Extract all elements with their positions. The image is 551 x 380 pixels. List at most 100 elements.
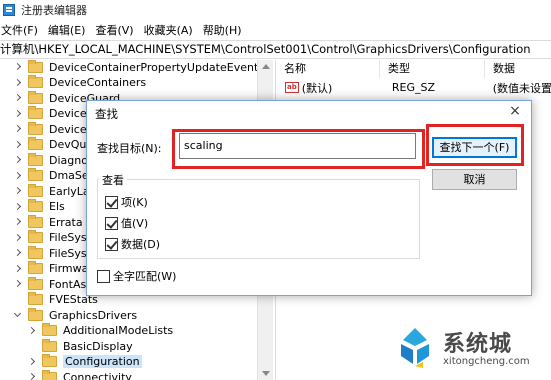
- folder-icon: [28, 106, 43, 119]
- look-at-group-title: 查看: [99, 172, 127, 188]
- folder-icon: [28, 60, 43, 73]
- highlight-box-button: [426, 124, 524, 166]
- tree-item[interactable]: Errata: [14, 214, 83, 230]
- tree-item[interactable]: BasicDisplay: [28, 338, 133, 354]
- folder-icon: [28, 199, 43, 212]
- column-data[interactable]: 数据: [485, 60, 551, 78]
- watermark-site: xitongcheng.com: [443, 356, 530, 367]
- folder-icon: [42, 354, 57, 367]
- tree-item-label: Els: [49, 200, 65, 213]
- folder-icon: [28, 152, 43, 166]
- folder-icon: [28, 214, 43, 228]
- chevron-right-icon[interactable]: [14, 79, 22, 87]
- folder-icon: [42, 369, 57, 380]
- tree-item[interactable]: GraphicsDrivers: [14, 307, 137, 323]
- folder-icon: [42, 338, 57, 352]
- folder-icon: [28, 121, 43, 135]
- folder-icon: [28, 75, 43, 88]
- checkbox-data[interactable]: [105, 237, 118, 251]
- value-data: (数值未设置: [492, 81, 551, 95]
- menu-view[interactable]: 查看(V): [94, 22, 137, 38]
- watermark-logo-icon: [401, 328, 429, 368]
- option-keys[interactable]: 项(K): [105, 194, 148, 210]
- cancel-button[interactable]: 取消: [432, 169, 517, 190]
- folder-icon: [28, 307, 43, 321]
- find-dialog: 查找 × 查找目标(N): scaling 查找下一个(F) 取消 查看 项(K…: [86, 100, 532, 296]
- folder-icon: [28, 168, 43, 181]
- tree-item-label: Errata: [49, 215, 83, 229]
- chevron-right-icon[interactable]: [14, 125, 22, 133]
- column-name[interactable]: 名称: [276, 60, 380, 78]
- list-item[interactable]: ab (默认) REG_SZ (数值未设置: [276, 79, 551, 96]
- tree-item[interactable]: DeviceContainerPropertyUpdateEvents: [14, 60, 264, 75]
- watermark-brand: 系统城: [443, 332, 513, 357]
- watermark: 系统城 xitongcheng.com: [391, 320, 551, 380]
- chevron-right-icon[interactable]: [14, 234, 22, 242]
- option-data-label: 数据(D): [121, 238, 161, 251]
- chevron-right-icon[interactable]: [28, 373, 36, 380]
- chevron-right-icon[interactable]: [14, 172, 22, 180]
- option-keys-label: 项(K): [121, 196, 148, 209]
- chevron-right-icon[interactable]: [14, 280, 22, 288]
- find-target-label: 查找目标(N):: [97, 142, 162, 155]
- list-header: 名称 类型 数据: [276, 60, 551, 78]
- checkbox-values[interactable]: [105, 216, 118, 230]
- folder-icon: [28, 261, 43, 274]
- chevron-right-icon[interactable]: [28, 358, 36, 366]
- chevron-right-icon[interactable]: [14, 203, 22, 211]
- scroll-up-icon[interactable]: [262, 64, 270, 69]
- chevron-right-icon[interactable]: [14, 110, 22, 118]
- tree-item[interactable]: Els: [14, 199, 65, 215]
- value-type: REG_SZ: [391, 81, 436, 94]
- tree-item[interactable]: DeviceContainers: [14, 75, 146, 91]
- tree-item-label: DeviceContainers: [49, 76, 147, 89]
- menu-favorites[interactable]: 收藏夹(A): [143, 22, 197, 38]
- chevron-right-icon[interactable]: [14, 187, 22, 195]
- folder-icon: [42, 323, 57, 336]
- window-title: 注册表编辑器: [21, 4, 87, 17]
- regedit-app-icon: [3, 4, 15, 16]
- chevron-down-icon[interactable]: [14, 311, 22, 319]
- tree-item-label: AdditionalModeLists: [63, 324, 174, 337]
- folder-icon: [28, 292, 43, 305]
- tree-item-label: Connectivity: [63, 370, 132, 380]
- highlight-box-input: [172, 129, 425, 169]
- menu-bar: 文件(F) 编辑(E) 查看(V) 收藏夹(A) 帮助(H): [0, 21, 251, 39]
- chevron-right-icon[interactable]: [14, 63, 22, 71]
- chevron-right-icon[interactable]: [14, 218, 22, 226]
- option-whole-match[interactable]: 全字匹配(W): [97, 268, 176, 284]
- folder-icon: [28, 137, 43, 150]
- menu-file[interactable]: 文件(F): [0, 22, 42, 38]
- chevron-right-icon[interactable]: [14, 265, 22, 273]
- tree-item[interactable]: AdditionalModeLists: [28, 323, 173, 339]
- tree-item[interactable]: Configuration: [28, 354, 142, 370]
- column-type[interactable]: 类型: [380, 60, 485, 78]
- tree-item-label: GraphicsDrivers: [49, 308, 138, 322]
- close-icon[interactable]: ×: [507, 103, 523, 119]
- address-bar[interactable]: 计算机\HKEY_LOCAL_MACHINE\SYSTEM\ControlSet…: [0, 40, 551, 59]
- folder-icon: [28, 245, 43, 259]
- chevron-right-icon[interactable]: [14, 156, 22, 164]
- folder-icon: [28, 90, 43, 104]
- option-data[interactable]: 数据(D): [105, 236, 160, 252]
- option-values[interactable]: 值(V): [105, 215, 148, 231]
- folder-icon: [28, 230, 43, 243]
- checkbox-keys[interactable]: [105, 195, 118, 209]
- chevron-right-icon[interactable]: [14, 249, 22, 257]
- option-values-label: 值(V): [121, 217, 149, 230]
- checkbox-whole-match[interactable]: [97, 269, 110, 283]
- scroll-down-icon[interactable]: [262, 371, 270, 376]
- value-name: (默认): [301, 81, 333, 95]
- chevron-right-icon[interactable]: [14, 94, 22, 102]
- folder-icon: [28, 276, 43, 290]
- tree-item[interactable]: Connectivity: [28, 369, 132, 380]
- menu-edit[interactable]: 编辑(E): [47, 22, 90, 38]
- chevron-right-icon[interactable]: [28, 327, 36, 335]
- option-whole-match-label: 全字匹配(W): [113, 270, 177, 283]
- menu-help[interactable]: 帮助(H): [202, 22, 246, 38]
- tree-item-label: DeviceContainerPropertyUpdateEvents: [49, 60, 264, 74]
- chevron-right-icon[interactable]: [14, 141, 22, 149]
- ab-string-icon: ab: [285, 82, 299, 93]
- tree-item-label: Configuration: [63, 355, 142, 368]
